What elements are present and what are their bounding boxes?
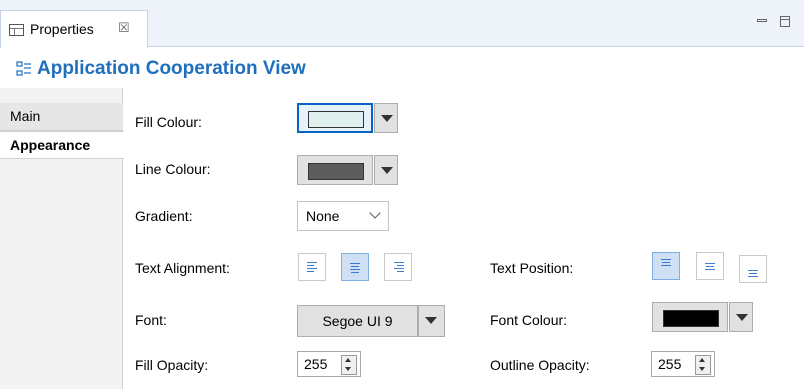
fill-opacity-label: Fill Opacity: [135, 357, 209, 373]
fill-opacity-spinner[interactable]: 255 [297, 351, 361, 377]
properties-tab-label: Properties [30, 21, 94, 37]
maximize-icon[interactable] [780, 16, 790, 27]
line-colour-label: Line Colour: [135, 161, 211, 177]
position-middle-button[interactable] [696, 252, 724, 280]
position-bottom-button[interactable] [739, 255, 767, 283]
font-value: Segoe UI 9 [322, 313, 393, 329]
nav-item-appearance[interactable]: Appearance [0, 131, 124, 159]
view-type-icon [16, 61, 31, 76]
fill-opacity-value: 255 [304, 356, 328, 372]
nav-item-main[interactable]: Main [0, 103, 123, 131]
font-colour-swatch [663, 310, 719, 327]
fill-colour-swatch [308, 111, 364, 128]
text-alignment-label: Text Alignment: [135, 260, 230, 276]
font-colour-button[interactable] [652, 302, 728, 332]
font-button[interactable]: Segoe UI 9 [297, 305, 418, 337]
gradient-label: Gradient: [135, 208, 193, 224]
line-colour-dropdown[interactable] [374, 155, 398, 185]
font-dropdown[interactable] [418, 305, 445, 337]
outline-opacity-spinner[interactable]: 255 [651, 351, 715, 377]
minimize-icon[interactable] [757, 19, 767, 22]
properties-icon [9, 24, 24, 36]
line-colour-button[interactable] [297, 155, 373, 185]
fill-colour-button[interactable] [297, 103, 373, 133]
spinner-arrows-icon[interactable] [695, 355, 711, 375]
align-right-button[interactable] [384, 253, 412, 281]
position-top-button[interactable] [652, 252, 680, 280]
fill-colour-label: Fill Colour: [135, 114, 202, 130]
font-label: Font: [135, 312, 167, 328]
fill-colour-dropdown[interactable] [374, 103, 398, 133]
close-icon[interactable]: ☒ [118, 20, 130, 36]
gradient-select[interactable]: None [297, 201, 389, 231]
font-colour-label: Font Colour: [490, 312, 568, 328]
spinner-arrows-icon[interactable] [341, 355, 357, 375]
nav-item-label: Appearance [10, 137, 91, 153]
gradient-value: None [306, 208, 340, 224]
line-colour-swatch [308, 163, 364, 180]
outline-opacity-label: Outline Opacity: [490, 357, 590, 373]
font-colour-dropdown[interactable] [729, 302, 753, 332]
text-position-label: Text Position: [490, 260, 574, 276]
page-title: Application Cooperation View [37, 58, 306, 79]
chevron-down-icon [369, 207, 381, 219]
outline-opacity-value: 255 [658, 356, 682, 372]
align-left-button[interactable] [298, 253, 326, 281]
align-center-button[interactable] [341, 253, 369, 281]
nav-item-label: Main [10, 108, 41, 124]
